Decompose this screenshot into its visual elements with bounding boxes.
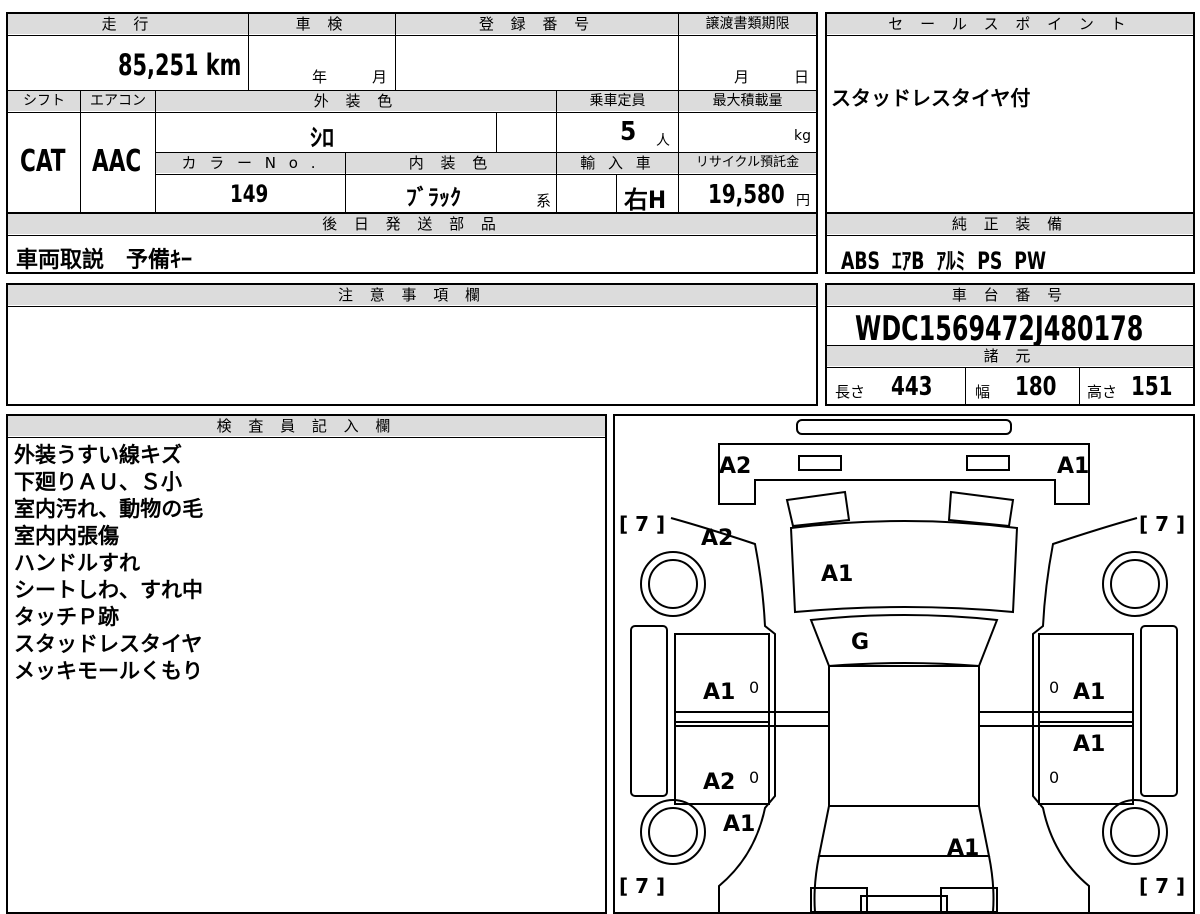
code-front-door-left: A1: [703, 680, 736, 705]
car-diagram-box: [ 7 ] [ 7 ] [ 7 ] [ 7 ] A2 A1 A2 A1 G A1…: [613, 414, 1195, 914]
recycle-fee-label: リサイクル預託金: [679, 153, 816, 173]
equipment-label: 純 正 装 備: [827, 214, 1193, 234]
later-parts-label: 後 日 発 送 部 品: [8, 214, 816, 234]
exterior-color-label: 外 装 色: [156, 91, 556, 111]
deadline-month-unit: 月: [734, 68, 750, 86]
inspector-note: 下廻りＡＵ、Ｓ小: [14, 470, 182, 494]
interior-suffix: 系: [536, 192, 552, 210]
aircon-value: AAC: [92, 144, 142, 179]
inspection-label: 車 検: [249, 14, 395, 34]
sales-point-text: スタッドレスタイヤ付: [831, 86, 1031, 110]
chassis-label: 車 台 番 号: [827, 285, 1193, 305]
later-parts-box: 後 日 発 送 部 品 車両取説 予備ｷｰ: [6, 212, 818, 274]
height-value: 151: [1131, 372, 1173, 402]
tread-front-left: [ 7 ]: [619, 512, 666, 536]
equipment-box: 純 正 装 備 ABS ｴｱB ｱﾙﾐ PS PW: [825, 212, 1195, 275]
max-load-label: 最大積載量: [679, 91, 816, 111]
shift-label: シフト: [8, 91, 80, 111]
mileage-value: 85,251 km: [118, 48, 242, 82]
import-type-value: 右H: [624, 186, 667, 214]
code-front-left: A2: [719, 454, 752, 479]
import-label: 輸 入 車: [557, 153, 678, 173]
capacity-unit: 人: [656, 133, 670, 149]
inspector-box: 検 査 員 記 入 欄 外装うすい線キズ 下廻りＡＵ、Ｓ小 室内汚れ、動物の毛 …: [6, 414, 607, 914]
equipment-text: ABS ｴｱB ｱﾙﾐ PS PW: [841, 247, 1047, 275]
code-windshield: G: [851, 630, 870, 655]
tread-front-right: [ 7 ]: [1139, 512, 1186, 536]
interior-color-value: ﾌﾞﾗｯｸ: [406, 186, 462, 211]
aircon-label: エアコン: [81, 91, 155, 111]
notes-box: 注 意 事 項 欄: [6, 283, 818, 406]
code-fender-left: A2: [701, 526, 734, 551]
sales-point-label: セ ー ル ス ポ イ ン ト: [827, 14, 1193, 34]
inspector-note: 室内内張傷: [14, 524, 119, 548]
code-front-door-right: A1: [1073, 680, 1106, 705]
door-mark-rr: 0: [1049, 768, 1060, 787]
capacity-value: 5: [620, 117, 637, 147]
tread-rear-left: [ 7 ]: [619, 874, 666, 898]
width-label: 幅: [975, 383, 991, 401]
inspector-note: メッキモールくもり: [14, 659, 203, 683]
vin-value: WDC1569472J480178: [855, 309, 1144, 349]
registration-label: 登 録 番 号: [396, 14, 678, 34]
notes-label: 注 意 事 項 欄: [8, 285, 816, 305]
deadline-day-unit: 日: [794, 68, 810, 86]
load-unit: kg: [794, 128, 811, 144]
door-mark-fl: 0: [749, 678, 760, 697]
code-rear: A1: [947, 836, 980, 861]
inspector-note: 室内汚れ、動物の毛: [14, 497, 204, 521]
inspector-label: 検 査 員 記 入 欄: [8, 416, 605, 436]
later-parts-value: 車両取説 予備ｷｰ: [16, 248, 193, 273]
width-value: 180: [1015, 372, 1057, 402]
code-rear-door-left: A2: [703, 770, 736, 795]
door-mark-rl: 0: [749, 768, 760, 787]
code-hood: A1: [821, 562, 854, 587]
recycle-unit: 円: [796, 193, 810, 209]
inspector-note: スタッドレスタイヤ: [14, 632, 203, 656]
length-value: 443: [891, 372, 933, 402]
vehicle-info-table: 走 行 車 検 登 録 番 号 譲渡書類期限 85,251 km 年 月 月 日…: [6, 12, 818, 214]
code-rear-door-right: A1: [1073, 732, 1106, 757]
inspection-year-unit: 年: [312, 68, 328, 86]
transfer-deadline-label: 譲渡書類期限: [679, 14, 816, 34]
car-diagram: [630, 419, 1178, 912]
sales-point-box: セ ー ル ス ポ イ ン ト スタッドレスタイヤ付: [825, 12, 1195, 214]
interior-color-label: 内 装 色: [346, 153, 556, 173]
inspector-notes-list: 外装うすい線キズ 下廻りＡＵ、Ｓ小 室内汚れ、動物の毛 室内内張傷 ハンドルすれ…: [14, 442, 203, 685]
inspection-month-unit: 月: [372, 68, 388, 86]
inspector-note: 外装うすい線キズ: [14, 443, 182, 467]
code-front-right: A1: [1057, 454, 1090, 479]
exterior-color-value: ｼﾛ: [310, 124, 334, 152]
inspector-note: ハンドルすれ: [14, 551, 140, 575]
chassis-box: 車 台 番 号 WDC1569472J480178 諸 元 長さ 443 幅 1…: [825, 283, 1195, 406]
inspector-note: シートしわ、すれ中: [14, 578, 203, 602]
color-no-value: 149: [230, 180, 269, 208]
color-no-label: カ ラ ー N o .: [156, 153, 345, 173]
mileage-label: 走 行: [8, 14, 248, 34]
shift-value: CAT: [20, 144, 66, 179]
inspector-note: タッチＰ跡: [14, 605, 119, 629]
recycle-fee-value: 19,580: [708, 180, 785, 210]
length-label: 長さ: [835, 383, 866, 401]
tread-rear-right: [ 7 ]: [1139, 874, 1186, 898]
spec-label: 諸 元: [827, 346, 1193, 366]
door-mark-fr: 0: [1049, 678, 1060, 697]
capacity-label: 乗車定員: [557, 91, 678, 111]
code-rear-fender-left: A1: [723, 812, 756, 837]
height-label: 高さ: [1087, 383, 1118, 401]
